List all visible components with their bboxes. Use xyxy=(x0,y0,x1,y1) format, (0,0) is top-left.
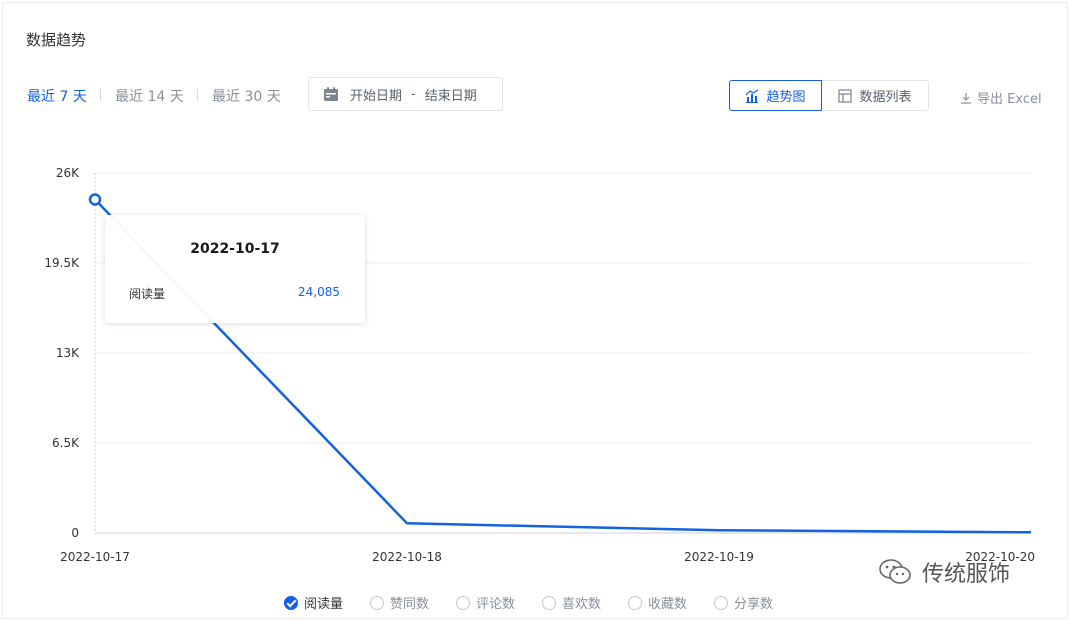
y-tick-label: 13K xyxy=(56,346,80,360)
chart-tooltip: 2022-10-17 阅读量 24,085 xyxy=(105,215,365,323)
legend-item-upvotes[interactable]: 赞同数 xyxy=(370,593,429,612)
trend-chart-tab[interactable]: 趋势图 xyxy=(729,80,822,111)
trend-chart-label: 趋势图 xyxy=(766,90,806,105)
legend-label: 收藏数 xyxy=(648,597,688,612)
y-tick-label: 19.5K xyxy=(44,256,80,270)
wechat-logo-icon xyxy=(879,559,911,584)
radio-unchecked-icon xyxy=(456,595,470,610)
tooltip-metric-value: 24,085 xyxy=(298,285,340,299)
x-tick-label: 2022-10-18 xyxy=(372,550,442,564)
legend-label: 阅读量 xyxy=(304,597,344,612)
radio-unchecked-icon xyxy=(542,595,556,610)
legend-item-reads[interactable]: 阅读量 xyxy=(284,593,343,612)
legend-item-comments[interactable]: 评论数 xyxy=(456,593,515,612)
legend-label: 评论数 xyxy=(476,597,516,612)
y-tick-label: 26K xyxy=(56,166,80,180)
y-tick-label: 0 xyxy=(71,526,79,540)
highlighted-data-point xyxy=(88,193,102,206)
x-tick-label: 2022-10-19 xyxy=(684,550,754,564)
legend-item-likes[interactable]: 喜欢数 xyxy=(542,593,601,612)
legend-label: 分享数 xyxy=(734,597,774,612)
checkbox-checked-icon xyxy=(284,595,298,610)
legend-item-favorites[interactable]: 收藏数 xyxy=(628,593,687,612)
wechat-watermark: 传统服饰 xyxy=(878,556,1010,588)
legend-label: 赞同数 xyxy=(390,597,430,612)
legend-item-shares[interactable]: 分享数 xyxy=(714,593,773,612)
tooltip-metric-label: 阅读量 xyxy=(129,287,166,301)
x-tick-label: 2022-10-17 xyxy=(60,550,130,564)
chart-icon xyxy=(746,88,759,103)
tooltip-date: 2022-10-17 xyxy=(190,241,280,257)
legend-label: 喜欢数 xyxy=(562,597,602,612)
watermark-text: 传统服饰 xyxy=(922,562,1011,587)
radio-unchecked-icon xyxy=(628,595,642,610)
y-tick-label: 6.5K xyxy=(52,436,80,450)
radio-unchecked-icon xyxy=(370,595,384,610)
radio-unchecked-icon xyxy=(714,595,728,610)
